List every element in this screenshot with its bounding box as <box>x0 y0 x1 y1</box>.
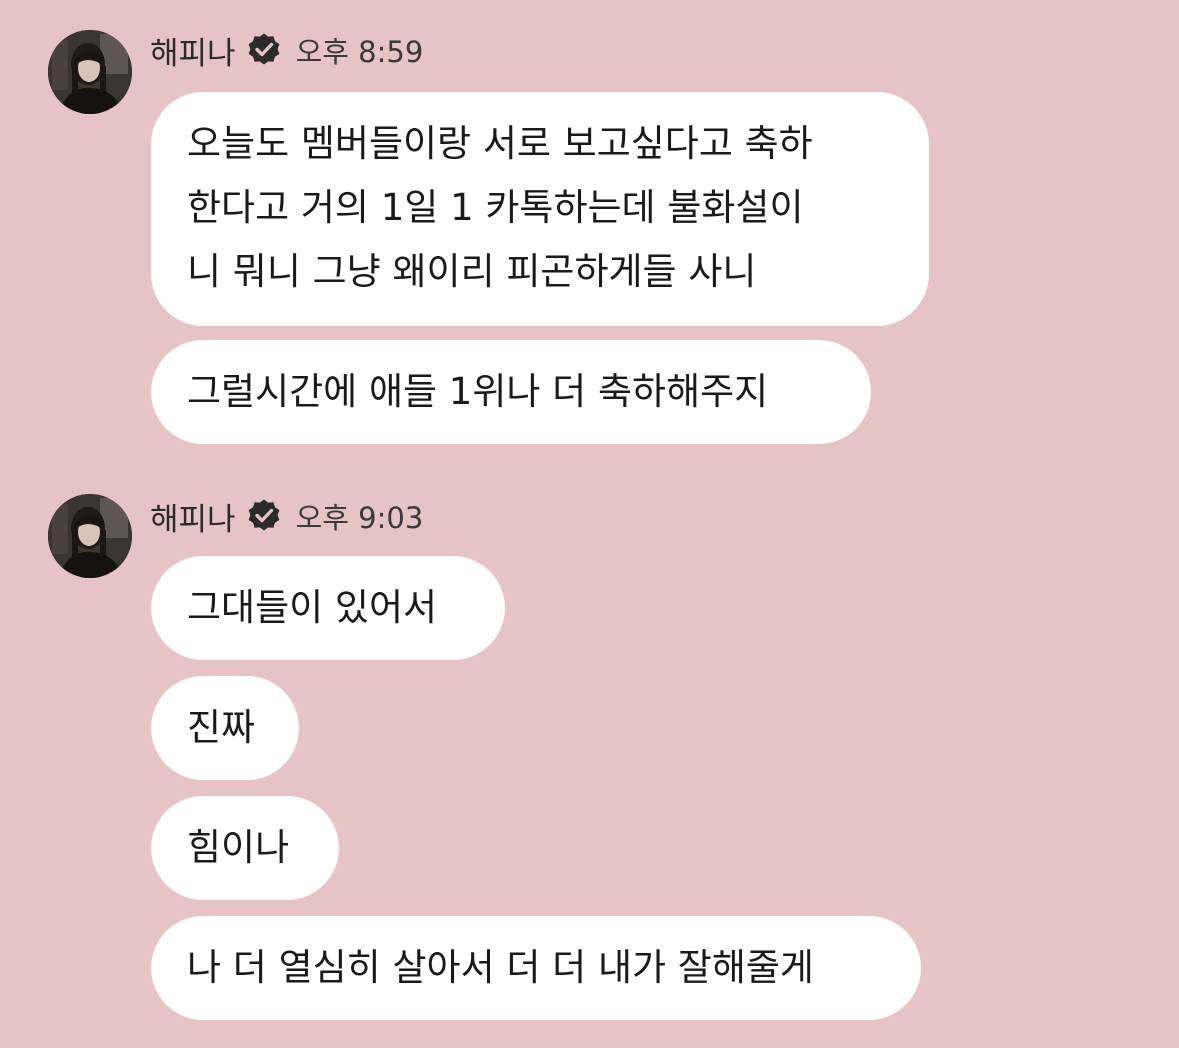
message-bubble[interactable]: 오늘도 멤버들이랑 서로 보고싶다고 축하 한다고 거의 1일 1 카톡하는데 … <box>151 92 929 326</box>
message-text: 힘이나 <box>187 826 290 869</box>
verified-check-icon <box>246 498 282 534</box>
message-text: 그럴시간에 애들 1위나 더 축하해주지 <box>187 370 769 413</box>
message-bubble[interactable]: 나 더 열심히 살아서 더 더 내가 잘해줄게 <box>151 916 921 1020</box>
avatar-image <box>48 494 132 578</box>
message-line: 니 뭐니 그냥 왜이리 피곤하게들 사니 <box>187 250 757 293</box>
avatar[interactable] <box>48 494 132 578</box>
message-bubble[interactable]: 그럴시간에 애들 1위나 더 축하해주지 <box>151 340 871 444</box>
message-text: 나 더 열심히 살아서 더 더 내가 잘해줄게 <box>187 946 814 989</box>
message-header: 해피나 오후 9:03 <box>150 494 424 539</box>
message-bubble[interactable]: 진짜 <box>151 676 299 780</box>
verified-check-icon <box>246 32 282 68</box>
message-time: 오후 9:03 <box>295 501 424 535</box>
message-text: 그대들이 있어서 <box>187 586 438 629</box>
sender-name[interactable]: 해피나 <box>150 494 236 539</box>
avatar-image <box>48 30 132 114</box>
message-bubble[interactable]: 그대들이 있어서 <box>151 556 505 660</box>
message-bubble[interactable]: 힘이나 <box>151 796 339 900</box>
message-line: 한다고 거의 1일 1 카톡하는데 불화설이 <box>187 186 804 229</box>
message-header: 해피나 오후 8:59 <box>150 28 424 73</box>
message-time: 오후 8:59 <box>295 35 424 69</box>
sender-name[interactable]: 해피나 <box>150 28 236 73</box>
message-line: 오늘도 멤버들이랑 서로 보고싶다고 축하 <box>187 122 813 165</box>
message-text: 진짜 <box>187 706 256 749</box>
avatar[interactable] <box>48 30 132 114</box>
